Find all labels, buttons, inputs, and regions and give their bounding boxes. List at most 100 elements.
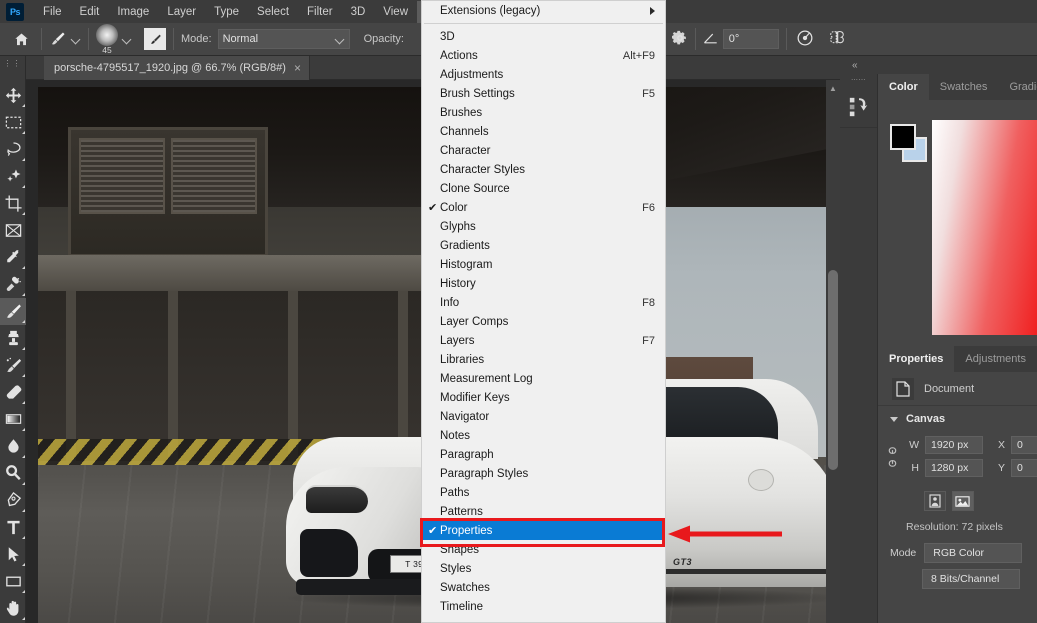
brush-preset-chevron-down-icon[interactable] bbox=[123, 35, 132, 44]
dodge-tool[interactable] bbox=[0, 460, 26, 487]
clone-stamp-tool[interactable] bbox=[0, 325, 26, 352]
tool-flyout-triangle[interactable] bbox=[21, 185, 25, 188]
tab-gradients[interactable]: Gradients bbox=[998, 74, 1037, 100]
window-menu-item-styles[interactable]: Styles bbox=[422, 559, 665, 578]
menu-filter[interactable]: Filter bbox=[298, 1, 342, 23]
window-menu-item-paragraph[interactable]: Paragraph bbox=[422, 445, 665, 464]
blend-mode-select[interactable]: Normal bbox=[217, 29, 350, 49]
tool-flyout-triangle[interactable] bbox=[21, 536, 25, 539]
color-mode-select[interactable]: RGB Color bbox=[924, 543, 1023, 563]
rail-grip[interactable]: ⋯⋯ bbox=[840, 74, 877, 86]
brush-angle-field[interactable]: 0° bbox=[722, 29, 779, 49]
canvas-width-field[interactable]: 1920 px bbox=[925, 436, 983, 454]
frame-tool[interactable] bbox=[0, 217, 26, 244]
window-menu-item-channels[interactable]: Channels bbox=[422, 122, 665, 141]
window-menu-item-libraries[interactable]: Libraries bbox=[422, 350, 665, 369]
airbrush-icon[interactable] bbox=[796, 29, 814, 50]
color-spectrum-ramp[interactable] bbox=[932, 120, 1037, 367]
portrait-orientation-icon[interactable] bbox=[923, 491, 946, 511]
canvas-x-field[interactable]: 0 bbox=[1011, 436, 1037, 454]
window-menu-item-notes[interactable]: Notes bbox=[422, 426, 665, 445]
window-menu-item-layer-comps[interactable]: Layer Comps bbox=[422, 312, 665, 331]
chevron-up-icon[interactable]: ▲ bbox=[826, 80, 840, 96]
move-tool[interactable] bbox=[0, 82, 26, 109]
brush-tool[interactable] bbox=[0, 298, 26, 325]
scrollbar-thumb[interactable] bbox=[828, 270, 838, 470]
toolbar-grip[interactable]: ⋮⋮ bbox=[0, 56, 25, 70]
tool-flyout-triangle[interactable] bbox=[21, 563, 25, 566]
object-selection-tool[interactable] bbox=[0, 163, 26, 190]
history-brush-tool[interactable] bbox=[0, 352, 26, 379]
pen-tool[interactable] bbox=[0, 487, 26, 514]
window-menu-item-paragraph-styles[interactable]: Paragraph Styles bbox=[422, 464, 665, 483]
brush-preset-picker[interactable] bbox=[49, 26, 81, 52]
window-menu-item-navigator[interactable]: Navigator bbox=[422, 407, 665, 426]
tool-flyout-triangle[interactable] bbox=[21, 104, 25, 107]
window-menu-item-brushes[interactable]: Brushes bbox=[422, 103, 665, 122]
home-icon[interactable] bbox=[8, 26, 34, 52]
foreground-color-swatch[interactable] bbox=[890, 124, 916, 150]
window-menu-item-gradients[interactable]: Gradients bbox=[422, 236, 665, 255]
brush-size-preview[interactable]: 45 bbox=[96, 23, 118, 55]
bit-depth-select[interactable]: 8 Bits/Channel bbox=[922, 569, 1020, 589]
tab-color[interactable]: Color bbox=[878, 74, 929, 100]
window-menu-item-clone-source[interactable]: Clone Source bbox=[422, 179, 665, 198]
tool-flyout-triangle[interactable] bbox=[21, 347, 25, 350]
canvas-vertical-scrollbar[interactable]: ▲ bbox=[826, 80, 840, 623]
tab-properties[interactable]: Properties bbox=[878, 346, 955, 372]
menu-image[interactable]: Image bbox=[108, 1, 158, 23]
collapse-panels-button[interactable]: « bbox=[840, 56, 1037, 74]
menu-view[interactable]: View bbox=[374, 1, 417, 23]
brush-settings-panel-toggle[interactable] bbox=[144, 28, 166, 50]
menu-type[interactable]: Type bbox=[205, 1, 248, 23]
window-menu-item-adjustments[interactable]: Adjustments bbox=[422, 65, 665, 84]
hand-tool[interactable] bbox=[0, 595, 26, 622]
window-menu-item-layers[interactable]: Layers F7 bbox=[422, 331, 665, 350]
tool-flyout-triangle[interactable] bbox=[21, 320, 25, 323]
menu-3d[interactable]: 3D bbox=[342, 1, 375, 23]
tool-flyout-triangle[interactable] bbox=[21, 374, 25, 377]
landscape-orientation-icon[interactable] bbox=[951, 491, 974, 511]
window-menu-item-history[interactable]: History bbox=[422, 274, 665, 293]
tool-flyout-triangle[interactable] bbox=[21, 590, 25, 593]
blur-tool[interactable] bbox=[0, 433, 26, 460]
window-menu-item-measurement-log[interactable]: Measurement Log bbox=[422, 369, 665, 388]
window-menu-item-swatches[interactable]: Swatches bbox=[422, 578, 665, 597]
eraser-tool[interactable] bbox=[0, 379, 26, 406]
tool-flyout-triangle[interactable] bbox=[21, 509, 25, 512]
history-actions-rail-icon[interactable] bbox=[840, 86, 877, 128]
link-chain-icon[interactable] bbox=[886, 446, 899, 468]
type-tool[interactable] bbox=[0, 514, 26, 541]
window-menu-item-character[interactable]: Character bbox=[422, 141, 665, 160]
window-menu-item-3d[interactable]: 3D bbox=[422, 27, 665, 46]
menu-file[interactable]: File bbox=[34, 1, 71, 23]
tool-flyout-triangle[interactable] bbox=[21, 482, 25, 485]
window-menu-item-color[interactable]: ✔ Color F6 bbox=[422, 198, 665, 217]
tool-flyout-triangle[interactable] bbox=[21, 266, 25, 269]
tool-flyout-triangle[interactable] bbox=[21, 455, 25, 458]
menu-edit[interactable]: Edit bbox=[71, 1, 109, 23]
window-menu-item-brush-settings[interactable]: Brush Settings F5 bbox=[422, 84, 665, 103]
window-menu-item-modifier-keys[interactable]: Modifier Keys bbox=[422, 388, 665, 407]
window-menu-item-actions[interactable]: Actions Alt+F9 bbox=[422, 46, 665, 65]
chevron-down-icon[interactable] bbox=[72, 35, 81, 44]
crop-tool[interactable] bbox=[0, 190, 26, 217]
eyedropper-tool[interactable] bbox=[0, 244, 26, 271]
gear-icon[interactable] bbox=[671, 30, 688, 49]
tool-flyout-triangle[interactable] bbox=[21, 212, 25, 215]
window-menu-item-glyphs[interactable]: Glyphs bbox=[422, 217, 665, 236]
color-panel-body[interactable] bbox=[878, 100, 1037, 367]
color-swatches[interactable] bbox=[890, 124, 928, 162]
spot-healing-brush-tool[interactable] bbox=[0, 271, 26, 298]
canvas-section-header[interactable]: Canvas bbox=[878, 406, 1037, 432]
canvas-height-field[interactable]: 1280 px bbox=[925, 459, 983, 477]
window-menu-item-histogram[interactable]: Histogram bbox=[422, 255, 665, 274]
window-menu-item-info[interactable]: Info F8 bbox=[422, 293, 665, 312]
lasso-tool[interactable] bbox=[0, 136, 26, 163]
rectangle-tool[interactable] bbox=[0, 568, 26, 595]
window-menu-item-character-styles[interactable]: Character Styles bbox=[422, 160, 665, 179]
gradient-tool[interactable] bbox=[0, 406, 26, 433]
tab-swatches[interactable]: Swatches bbox=[929, 74, 999, 100]
menu-layer[interactable]: Layer bbox=[158, 1, 205, 23]
close-icon[interactable]: × bbox=[294, 61, 301, 75]
